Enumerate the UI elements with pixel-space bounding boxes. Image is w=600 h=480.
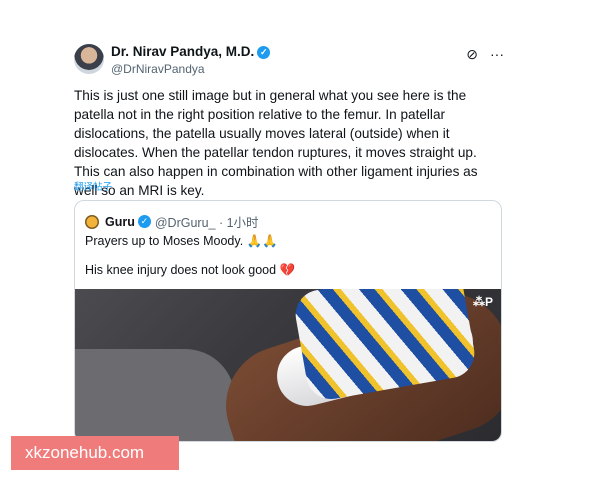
author-name[interactable]: Dr. Nirav Pandya, M.D. ✓ [111, 44, 271, 59]
tweet-card: Dr. Nirav Pandya, M.D. ✓ @DrNiravPandya ⊘… [64, 36, 522, 446]
grok-icon[interactable]: ⊘ [466, 46, 478, 63]
tweet-text: This is just one still image but in gene… [74, 88, 478, 198]
photo-shadow [75, 349, 235, 441]
quoted-author-name[interactable]: Guru [105, 215, 135, 229]
translate-post-link[interactable]: 翻译帖子 [74, 179, 112, 193]
quoted-tweet[interactable]: Guru ✓ @DrGuru_ · 1小时 Prayers up to Mose… [74, 200, 502, 442]
author-name-text[interactable]: Dr. Nirav Pandya, M.D. [111, 44, 254, 59]
author-handle[interactable]: @DrNiravPandya [111, 62, 205, 76]
quoted-tweet-line2: His knee injury does not look good 💔 [85, 263, 296, 277]
quoted-tweet-image[interactable]: ⁂P [75, 289, 501, 441]
tweet-actions: ⊘ ··· [466, 46, 504, 63]
media-badge-icon: ⁂P [472, 295, 493, 309]
watermark: xkzonehub.com [11, 436, 179, 470]
quoted-author-avatar[interactable] [85, 214, 99, 229]
quoted-author-handle: @DrGuru_ · 1小时 [154, 216, 259, 230]
quoted-tweet-line1: Prayers up to Moses Moody. 🙏🙏 [85, 234, 278, 248]
author-avatar[interactable] [74, 44, 104, 74]
verified-icon: ✓ [137, 215, 151, 228]
more-options-icon[interactable]: ··· [490, 46, 504, 63]
verified-icon: ✓ [257, 45, 271, 59]
quoted-tweet-header: Guru ✓ @DrGuru_ · 1小时 [85, 212, 259, 231]
